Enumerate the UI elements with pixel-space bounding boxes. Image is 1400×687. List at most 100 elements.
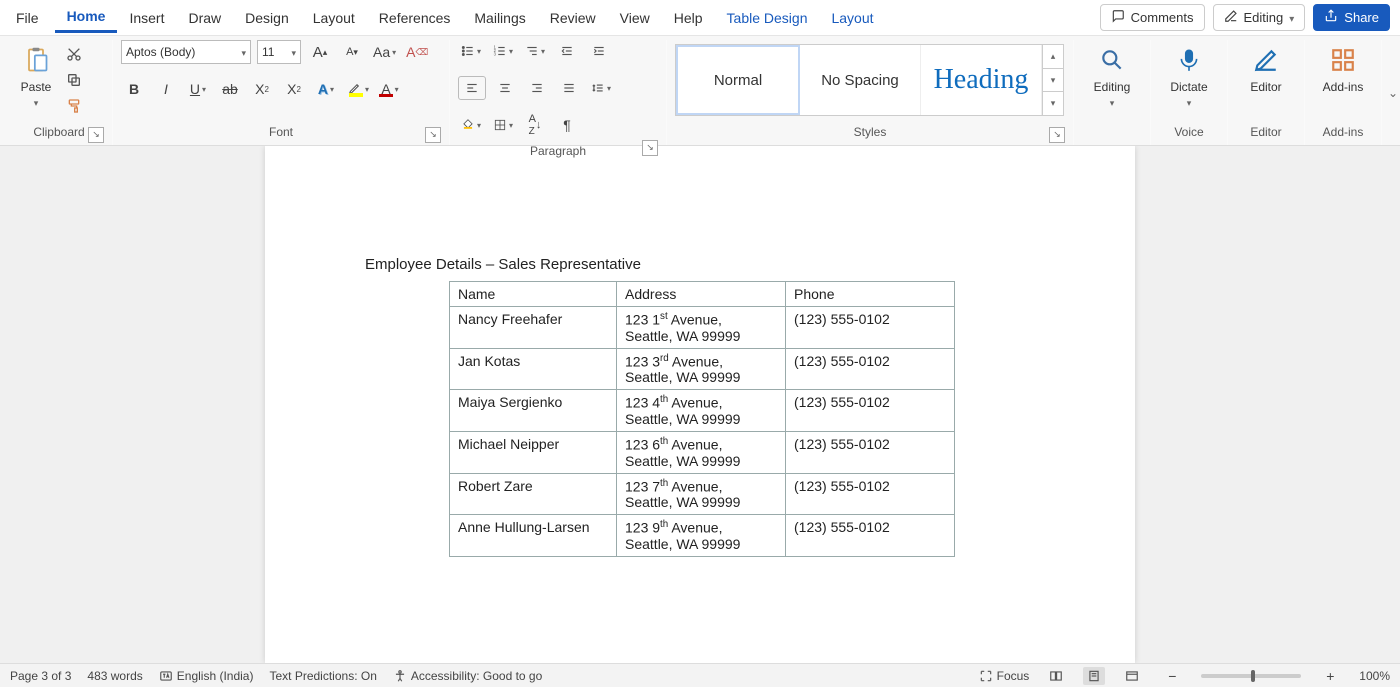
- change-case-button[interactable]: Aa: [371, 41, 398, 63]
- addins-button[interactable]: Add-ins: [1317, 40, 1370, 98]
- zoom-slider-thumb[interactable]: [1251, 670, 1255, 682]
- tab-home[interactable]: Home: [55, 2, 118, 33]
- copy-button[interactable]: [64, 70, 84, 90]
- styles-scroll-down[interactable]: ▾: [1043, 69, 1063, 93]
- cell-name[interactable]: Jan Kotas: [450, 348, 617, 390]
- highlight-color-button[interactable]: [345, 78, 371, 100]
- cell-address[interactable]: 123 6th Avenue,Seattle, WA 99999: [617, 431, 786, 473]
- tab-help[interactable]: Help: [662, 4, 715, 32]
- cell-address[interactable]: 123 7th Avenue,Seattle, WA 99999: [617, 473, 786, 515]
- cell-address[interactable]: 123 3rd Avenue,Seattle, WA 99999: [617, 348, 786, 390]
- style-normal[interactable]: Normal: [676, 45, 800, 115]
- tab-view[interactable]: View: [608, 4, 662, 32]
- status-words[interactable]: 483 words: [87, 669, 142, 683]
- shading-button[interactable]: [458, 114, 484, 136]
- clipboard-dialog-launcher[interactable]: ↘: [88, 127, 104, 143]
- font-name-combo[interactable]: Aptos (Body): [121, 40, 251, 64]
- cell-name[interactable]: Nancy Freehafer: [450, 307, 617, 349]
- status-predictions[interactable]: Text Predictions: On: [269, 669, 376, 683]
- format-painter-button[interactable]: [64, 96, 84, 116]
- styles-dialog-launcher[interactable]: ↘: [1049, 127, 1065, 143]
- zoom-slider[interactable]: [1201, 674, 1301, 678]
- underline-button[interactable]: U: [185, 78, 211, 100]
- table-row[interactable]: Jan Kotas123 3rd Avenue,Seattle, WA 9999…: [450, 348, 955, 390]
- editing-find-button[interactable]: Editing ▾: [1088, 40, 1137, 113]
- align-center-button[interactable]: [492, 77, 518, 99]
- cell-address[interactable]: 123 1st Avenue,Seattle, WA 99999: [617, 307, 786, 349]
- italic-button[interactable]: I: [153, 78, 179, 100]
- text-effects-button[interactable]: A: [313, 78, 339, 100]
- justify-button[interactable]: [556, 77, 582, 99]
- cut-button[interactable]: [64, 44, 84, 64]
- document-page[interactable]: Employee Details – Sales Representative …: [265, 146, 1135, 663]
- status-page[interactable]: Page 3 of 3: [10, 669, 71, 683]
- zoom-level[interactable]: 100%: [1359, 669, 1390, 683]
- align-left-button[interactable]: [458, 76, 486, 100]
- col-address-header[interactable]: Address: [617, 282, 786, 307]
- cell-name[interactable]: Robert Zare: [450, 473, 617, 515]
- cell-address[interactable]: 123 9th Avenue,Seattle, WA 99999: [617, 515, 786, 557]
- doc-heading[interactable]: Employee Details – Sales Representative: [365, 256, 1035, 273]
- styles-scroll-up[interactable]: ▴: [1043, 45, 1063, 69]
- borders-button[interactable]: [490, 114, 516, 136]
- read-mode-view[interactable]: [1045, 667, 1067, 685]
- clear-formatting-button[interactable]: A⌫: [404, 41, 430, 63]
- tab-table-layout[interactable]: Layout: [819, 4, 885, 32]
- paragraph-dialog-launcher[interactable]: ↘: [642, 140, 658, 156]
- increase-indent-button[interactable]: [586, 40, 612, 62]
- editing-mode-button[interactable]: Editing: [1213, 4, 1306, 31]
- col-phone-header[interactable]: Phone: [786, 282, 955, 307]
- print-layout-view[interactable]: [1083, 667, 1105, 685]
- comments-button[interactable]: Comments: [1100, 4, 1205, 31]
- style-no-spacing[interactable]: No Spacing: [800, 45, 921, 115]
- cell-phone[interactable]: (123) 555-0102: [786, 515, 955, 557]
- tab-references[interactable]: References: [367, 4, 463, 32]
- cell-phone[interactable]: (123) 555-0102: [786, 307, 955, 349]
- zoom-in-button[interactable]: +: [1317, 665, 1343, 687]
- strikethrough-button[interactable]: ab: [217, 78, 243, 100]
- paste-button[interactable]: Paste ▾: [14, 40, 58, 113]
- cell-name[interactable]: Anne Hullung-Larsen: [450, 515, 617, 557]
- styles-expand[interactable]: ▾: [1043, 92, 1063, 115]
- zoom-out-button[interactable]: −: [1159, 665, 1185, 687]
- bold-button[interactable]: B: [121, 78, 147, 100]
- status-lang[interactable]: English (India): [159, 669, 254, 683]
- align-right-button[interactable]: [524, 77, 550, 99]
- cell-name[interactable]: Maiya Sergienko: [450, 390, 617, 432]
- file-menu[interactable]: File: [4, 4, 51, 32]
- tab-design[interactable]: Design: [233, 4, 301, 32]
- bullets-button[interactable]: [458, 40, 484, 62]
- line-spacing-button[interactable]: [588, 77, 614, 99]
- table-row[interactable]: Nancy Freehafer123 1st Avenue,Seattle, W…: [450, 307, 955, 349]
- editor-button[interactable]: Editor: [1244, 40, 1288, 98]
- tab-layout[interactable]: Layout: [301, 4, 367, 32]
- status-accessibility[interactable]: Accessibility: Good to go: [393, 669, 542, 683]
- collapse-ribbon-button[interactable]: ⌄: [1388, 86, 1398, 100]
- table-row[interactable]: Anne Hullung-Larsen123 9th Avenue,Seattl…: [450, 515, 955, 557]
- tab-draw[interactable]: Draw: [176, 4, 233, 32]
- dictate-button[interactable]: Dictate ▾: [1164, 40, 1213, 113]
- cell-phone[interactable]: (123) 555-0102: [786, 348, 955, 390]
- cell-address[interactable]: 123 4th Avenue,Seattle, WA 99999: [617, 390, 786, 432]
- subscript-button[interactable]: X2: [249, 78, 275, 100]
- cell-phone[interactable]: (123) 555-0102: [786, 431, 955, 473]
- table-row[interactable]: Robert Zare123 7th Avenue,Seattle, WA 99…: [450, 473, 955, 515]
- superscript-button[interactable]: X2: [281, 78, 307, 100]
- decrease-indent-button[interactable]: [554, 40, 580, 62]
- font-color-button[interactable]: A: [377, 78, 403, 100]
- tab-review[interactable]: Review: [538, 4, 608, 32]
- employee-table[interactable]: Name Address Phone Nancy Freehafer123 1s…: [449, 281, 955, 557]
- cell-phone[interactable]: (123) 555-0102: [786, 473, 955, 515]
- show-marks-button[interactable]: ¶: [554, 114, 580, 136]
- cell-name[interactable]: Michael Neipper: [450, 431, 617, 473]
- table-row[interactable]: Maiya Sergienko123 4th Avenue,Seattle, W…: [450, 390, 955, 432]
- tab-table-design[interactable]: Table Design: [715, 4, 820, 32]
- sort-button[interactable]: AZ↓: [522, 114, 548, 136]
- tab-insert[interactable]: Insert: [117, 4, 176, 32]
- style-heading[interactable]: Heading: [921, 45, 1042, 115]
- font-size-combo[interactable]: 11: [257, 40, 301, 64]
- focus-mode-button[interactable]: Focus: [979, 669, 1030, 683]
- web-layout-view[interactable]: [1121, 667, 1143, 685]
- share-button[interactable]: Share: [1313, 4, 1390, 31]
- shrink-font-button[interactable]: A▾: [339, 41, 365, 63]
